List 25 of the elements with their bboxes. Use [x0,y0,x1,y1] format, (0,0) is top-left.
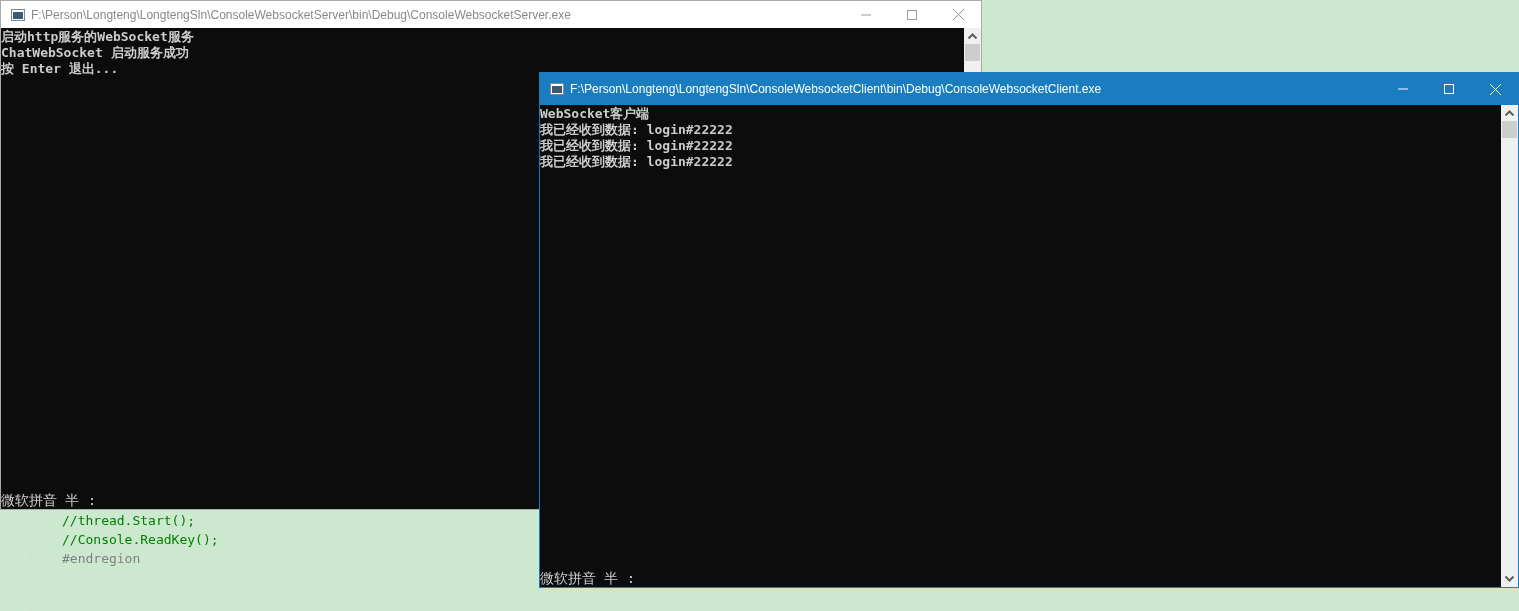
close-icon [952,9,964,20]
maximize-icon [1444,84,1454,94]
console-line: WebSocket客户端 [540,106,651,122]
scroll-up-icon[interactable] [968,33,977,39]
maximize-icon [907,9,917,20]
ime-status: 微软拼音 半 : [540,570,637,587]
console-app-icon [550,83,564,95]
console-line: 我已经收到数据: login#22222 [540,122,734,138]
code-line: //thread.Start(); [62,512,197,530]
console-line: 我已经收到数据: login#22222 [540,154,734,170]
scroll-thumb[interactable] [965,44,980,61]
console-line: 我已经收到数据: login#22222 [540,138,734,154]
code-line: #endregion [62,550,142,568]
scroll-down-icon[interactable] [1505,576,1514,582]
scroll-thumb[interactable] [1502,121,1517,138]
window-title: F:\Person\Longteng\LongtengSln\ConsoleWebsocketServer\bin\Debug\ConsoleWebsocketServer.exe [31,6,572,24]
console-line: 按 Enter 退出... [1,61,120,77]
console-line: ChatWebSocket 启动服务成功 [1,45,190,61]
code-line: //Console.ReadKey(); [62,531,219,549]
ime-status: 微软拼音 半 : [1,492,98,509]
console-app-icon [11,8,25,21]
window-title: F:\Person\Longteng\LongtengSln\ConsoleWebsocketClient\bin\Debug\ConsoleWebsocketClient.exe [570,81,1103,98]
scroll-up-icon[interactable] [1505,110,1514,116]
close-icon [1489,83,1501,95]
console-line: 启动http服务的WebSocket服务 [1,29,195,45]
